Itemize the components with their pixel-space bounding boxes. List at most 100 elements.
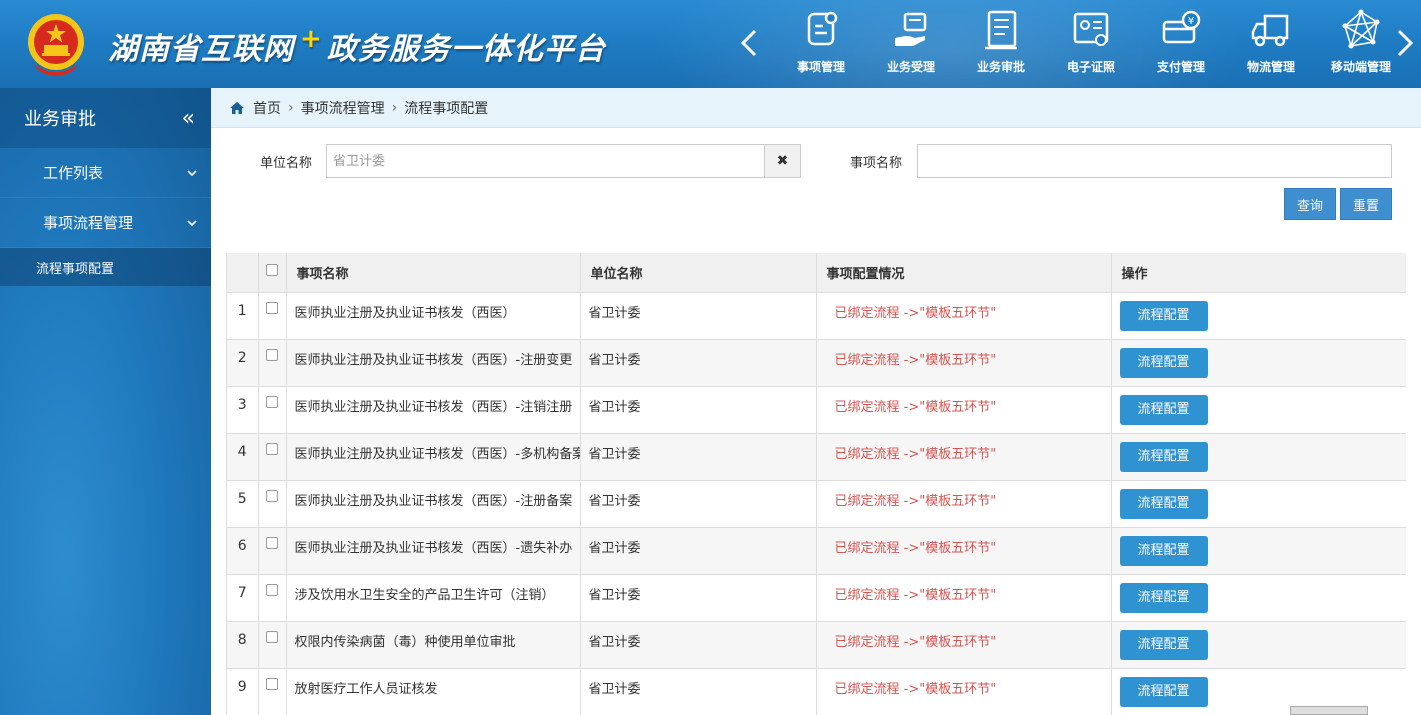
row-select-cell: [258, 339, 287, 387]
sidebar-item-work-list[interactable]: 工作列表: [0, 148, 211, 198]
breadcrumb-separator: ›: [288, 99, 294, 116]
row-checkbox[interactable]: [266, 630, 278, 643]
query-button[interactable]: 查询: [1284, 188, 1336, 220]
row-unit-name: 省卫计委: [580, 621, 817, 669]
nav-item-management[interactable]: 事项管理: [776, 8, 866, 80]
sidebar-item-process-management[interactable]: 事项流程管理: [0, 198, 211, 248]
sidebar-subitem-process-config[interactable]: 流程事项配置: [0, 248, 211, 286]
row-checkbox[interactable]: [266, 395, 278, 408]
row-item-name: 医师执业注册及执业证书核发（西医）-遗失补办: [286, 527, 581, 575]
row-item-name: 放射医疗工作人员证核发: [286, 668, 581, 715]
row-unit-name: 省卫计委: [580, 433, 817, 481]
header-select-all: [258, 253, 287, 293]
unit-name-input[interactable]: [326, 144, 765, 178]
table-row: 5 医师执业注册及执业证书核发（西医）-注册备案 省卫计委 已绑定流程 ->"模板五环…: [227, 480, 1406, 528]
table-row: 7 涉及饮用水卫生安全的产品卫生许可（注销） 省卫计委 已绑定流程 ->"模板五环节"…: [227, 574, 1406, 622]
sidebar-item-label: 事项流程管理: [43, 214, 134, 232]
table-header-row: 事项名称 单位名称 事项配置情况 操作: [227, 253, 1406, 293]
table-row: 1 医师执业注册及执业证书核发（西医） 省卫计委 已绑定流程 ->"模板五环节" 流程配…: [227, 292, 1406, 340]
process-config-button[interactable]: 流程配置: [1119, 300, 1208, 331]
payment-icon: ¥: [1162, 10, 1201, 44]
row-select-cell: [258, 527, 287, 575]
row-operation-cell: 流程配置: [1111, 292, 1406, 340]
row-unit-name: 省卫计委: [580, 527, 817, 575]
row-unit-name: 省卫计委: [580, 480, 817, 528]
chevron-down-icon: [187, 169, 197, 176]
row-index: 3: [227, 386, 259, 434]
row-checkbox[interactable]: [266, 301, 278, 314]
row-config-status: 已绑定流程 ->"模板五环节": [816, 527, 1112, 575]
row-checkbox[interactable]: [266, 583, 278, 596]
sidebar-item-label: 工作列表: [43, 164, 104, 182]
process-config-button[interactable]: 流程配置: [1119, 347, 1208, 378]
row-checkbox[interactable]: [266, 348, 278, 361]
nav-next-arrow-icon[interactable]: [1394, 28, 1416, 58]
header-config-status: 事项配置情况: [816, 253, 1112, 293]
row-config-status: 已绑定流程 ->"模板五环节": [816, 668, 1112, 715]
nav-business-approval[interactable]: 业务审批: [956, 8, 1046, 80]
row-operation-cell: 流程配置: [1111, 480, 1406, 528]
process-config-button[interactable]: 流程配置: [1119, 441, 1208, 472]
nav-e-license[interactable]: 电子证照: [1046, 8, 1136, 80]
row-config-status: 已绑定流程 ->"模板五环节": [816, 292, 1112, 340]
top-header: 湖南省互联网 + 政务服务一体化平台 事项管理 业务受理 业务审批 电子证照 ¥…: [0, 0, 1421, 88]
nav-prev-arrow-icon[interactable]: [738, 28, 760, 58]
row-index: 6: [227, 527, 259, 575]
row-checkbox[interactable]: [266, 677, 278, 690]
process-config-button[interactable]: 流程配置: [1119, 676, 1208, 707]
sidebar-title: 业务审批: [24, 109, 96, 130]
process-config-button[interactable]: 流程配置: [1119, 582, 1208, 613]
row-operation-cell: 流程配置: [1111, 386, 1406, 434]
process-config-button[interactable]: 流程配置: [1119, 535, 1208, 566]
row-operation-cell: 流程配置: [1111, 527, 1406, 575]
nav-mobile[interactable]: 移动端管理: [1316, 8, 1406, 80]
row-checkbox[interactable]: [266, 536, 278, 549]
row-unit-name: 省卫计委: [580, 574, 817, 622]
row-operation-cell: 流程配置: [1111, 621, 1406, 669]
close-icon: ✖: [776, 153, 789, 169]
row-operation-cell: 流程配置: [1111, 433, 1406, 481]
row-select-cell: [258, 621, 287, 669]
select-all-checkbox[interactable]: [266, 264, 278, 277]
row-item-name: 医师执业注册及执业证书核发（西医）-注销注册: [286, 386, 581, 434]
nav-logistics[interactable]: 物流管理: [1226, 8, 1316, 80]
row-checkbox[interactable]: [266, 489, 278, 502]
breadcrumb-home-link[interactable]: 首页: [253, 98, 281, 118]
breadcrumb-level1-link[interactable]: 事项流程管理: [301, 98, 385, 118]
clear-unit-button[interactable]: ✖: [764, 144, 801, 178]
process-config-button[interactable]: 流程配置: [1119, 629, 1208, 660]
item-name-input[interactable]: [917, 144, 1392, 178]
top-nav: 事项管理 业务受理 业务审批 电子证照 ¥ 支付管理 物流管理 移动端管理: [776, 8, 1406, 80]
row-unit-name: 省卫计委: [580, 386, 817, 434]
row-select-cell: [258, 433, 287, 481]
row-checkbox[interactable]: [266, 442, 278, 455]
item-management-icon: [807, 11, 838, 46]
nav-business-acceptance[interactable]: 业务受理: [866, 8, 956, 80]
table-row: 4 医师执业注册及执业证书核发（西医）-多机构备案 省卫计委 已绑定流程 ->"模板五…: [227, 433, 1406, 481]
row-index: 2: [227, 339, 259, 387]
home-icon: [230, 101, 244, 114]
row-index: 4: [227, 433, 259, 481]
business-approval-icon: [985, 10, 1017, 50]
row-item-name: 医师执业注册及执业证书核发（西医）: [286, 292, 581, 340]
sidebar-collapse-icon[interactable]: «: [182, 106, 195, 131]
table-row: 9 放射医疗工作人员证核发 省卫计委 已绑定流程 ->"模板五环节" 流程配置: [227, 668, 1406, 715]
reset-button[interactable]: 重置: [1340, 188, 1392, 220]
breadcrumb: 首页 › 事项流程管理 › 流程事项配置: [211, 88, 1421, 128]
row-index: 1: [227, 292, 259, 340]
header-operation: 操作: [1111, 253, 1406, 293]
data-table-container: 事项名称 单位名称 事项配置情况 操作 1 医师执业注册及执业证书核发（西医） 省卫…: [226, 253, 1406, 715]
e-license-icon: [1073, 12, 1109, 46]
mobile-network-icon: [1342, 9, 1380, 49]
item-name-label: 事项名称: [850, 156, 903, 171]
process-config-button[interactable]: 流程配置: [1119, 394, 1208, 425]
logistics-truck-icon: [1251, 14, 1289, 47]
data-table: 事项名称 单位名称 事项配置情况 操作 1 医师执业注册及执业证书核发（西医） 省卫…: [227, 253, 1406, 715]
table-row: 2 医师执业注册及执业证书核发（西医）-注册变更 省卫计委 已绑定流程 ->"模板五环…: [227, 339, 1406, 387]
row-item-name: 医师执业注册及执业证书核发（西医）-注册变更: [286, 339, 581, 387]
chevron-down-icon: [187, 219, 197, 226]
row-index: 9: [227, 668, 259, 715]
process-config-button[interactable]: 流程配置: [1119, 488, 1208, 519]
row-operation-cell: 流程配置: [1111, 339, 1406, 387]
nav-payment[interactable]: ¥ 支付管理: [1136, 8, 1226, 80]
